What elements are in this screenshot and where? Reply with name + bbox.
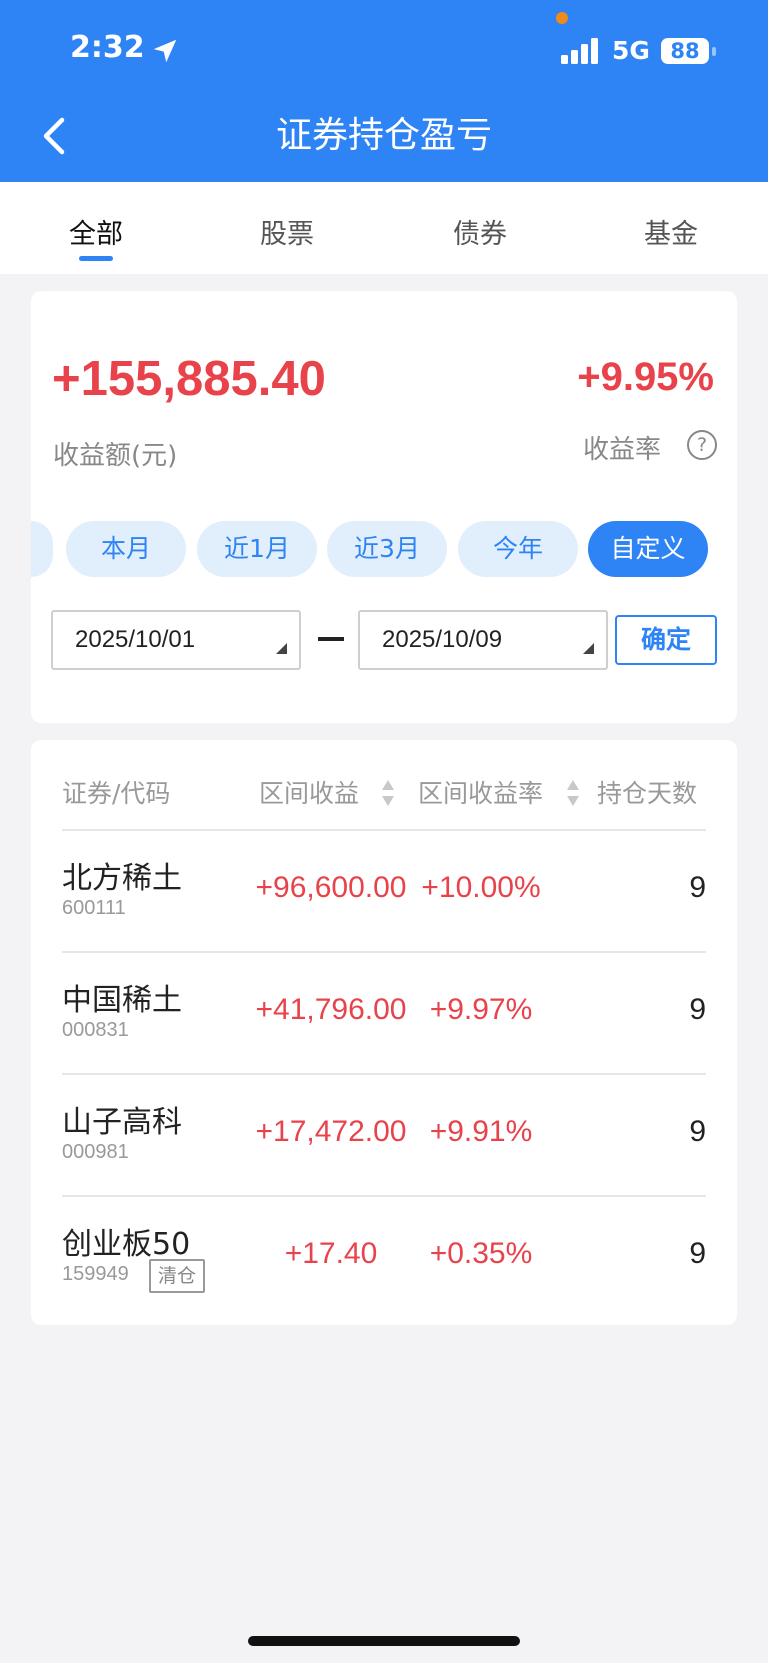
interval-profit: +41,796.00: [255, 993, 407, 1026]
dropdown-caret-icon: [276, 643, 287, 654]
tab-bar: 全部 股票 债券 基金: [0, 182, 768, 274]
privacy-indicator: [556, 12, 568, 24]
table-row[interactable]: 创业板50 159949 清仓 +17.40 +0.35% 9: [31, 1197, 737, 1319]
tab-funds[interactable]: 基金: [611, 212, 731, 251]
home-indicator[interactable]: [248, 1636, 520, 1646]
sort-icon[interactable]: [566, 778, 580, 808]
security-code: 159949: [62, 1263, 129, 1285]
profit-amount: +155,885.40: [52, 352, 326, 406]
tab-bonds[interactable]: 债券: [420, 212, 540, 251]
battery-level: 88: [670, 39, 700, 63]
security-name: 中国稀土: [62, 983, 182, 1018]
security-name: 创业板50: [62, 1227, 191, 1262]
interval-profit: +17,472.00: [255, 1115, 407, 1148]
column-header-interval-profit[interactable]: 区间收益: [259, 774, 359, 810]
end-date-value: 2025/10/09: [382, 626, 503, 653]
security-code: 600111: [62, 897, 126, 919]
help-icon[interactable]: ?: [687, 430, 717, 460]
date-range-separator: [318, 637, 344, 641]
status-time: 2:32: [70, 30, 145, 65]
holding-days: 9: [689, 871, 706, 904]
profit-amount-label: 收益额(元): [53, 441, 178, 471]
interval-profit: +96,600.00: [255, 871, 407, 904]
holding-days: 9: [689, 993, 706, 1026]
dropdown-caret-icon: [583, 643, 594, 654]
profit-rate: +9.95%: [577, 355, 714, 399]
location-arrow-icon: [153, 39, 177, 63]
table-row[interactable]: 山子高科 000981 +17,472.00 +9.91% 9: [31, 1075, 737, 1197]
period-chip-3-months[interactable]: 近3月: [327, 521, 447, 577]
period-chip-1-month[interactable]: 近1月: [197, 521, 317, 577]
tab-stocks[interactable]: 股票: [227, 212, 347, 251]
period-chip-this-month[interactable]: 本月: [66, 521, 186, 577]
security-name: 北方稀土: [62, 861, 182, 896]
tab-active-indicator: [79, 256, 113, 261]
page-title: 证券持仓盈亏: [275, 115, 492, 156]
interval-profit: +17.40: [284, 1237, 378, 1270]
start-date-field[interactable]: 2025/10/01: [51, 610, 301, 670]
security-name: 山子高科: [62, 1105, 182, 1140]
tab-all[interactable]: 全部: [36, 212, 156, 251]
holding-days: 9: [689, 1115, 706, 1148]
interval-rate: +9.91%: [429, 1115, 533, 1148]
cleared-badge: 清仓: [149, 1259, 206, 1293]
start-date-value: 2025/10/01: [75, 626, 196, 653]
column-header-holding-days: 持仓天数: [597, 779, 698, 808]
holding-days: 9: [689, 1237, 706, 1270]
security-code: 000981: [62, 1141, 129, 1163]
interval-rate: +0.35%: [429, 1237, 533, 1270]
signal-icon: [561, 38, 598, 64]
table-row[interactable]: 北方稀土 600111 +96,600.00 +10.00% 9: [31, 831, 737, 953]
period-chip-this-year[interactable]: 今年: [458, 521, 578, 577]
security-code: 000831: [62, 1019, 129, 1041]
column-header-interval-rate[interactable]: 区间收益率: [418, 774, 543, 810]
confirm-button[interactable]: 确定: [615, 615, 717, 665]
period-chip-partial[interactable]: [31, 521, 53, 577]
summary-card: +155,885.40 +9.95% 收益额(元) 收益率 ? 本月 近1月 近…: [31, 291, 737, 723]
profit-rate-label: 收益率: [582, 435, 661, 465]
end-date-field[interactable]: 2025/10/09: [358, 610, 608, 670]
interval-rate: +9.97%: [429, 993, 533, 1026]
column-header-security: 证券/代码: [62, 779, 171, 808]
interval-rate: +10.00%: [421, 871, 541, 904]
table-row[interactable]: 中国稀土 000831 +41,796.00 +9.97% 9: [31, 953, 737, 1075]
sort-icon[interactable]: [381, 778, 395, 808]
top-bar: 2:32 5G 88 证券持仓盈亏: [0, 0, 768, 182]
network-label: 5G: [612, 36, 650, 65]
holdings-list-card: 证券/代码 区间收益 区间收益率 持仓天数 北方稀土 600111 +96,60…: [31, 740, 737, 1325]
period-chip-custom[interactable]: 自定义: [588, 521, 708, 577]
battery-icon: 88: [661, 36, 717, 66]
